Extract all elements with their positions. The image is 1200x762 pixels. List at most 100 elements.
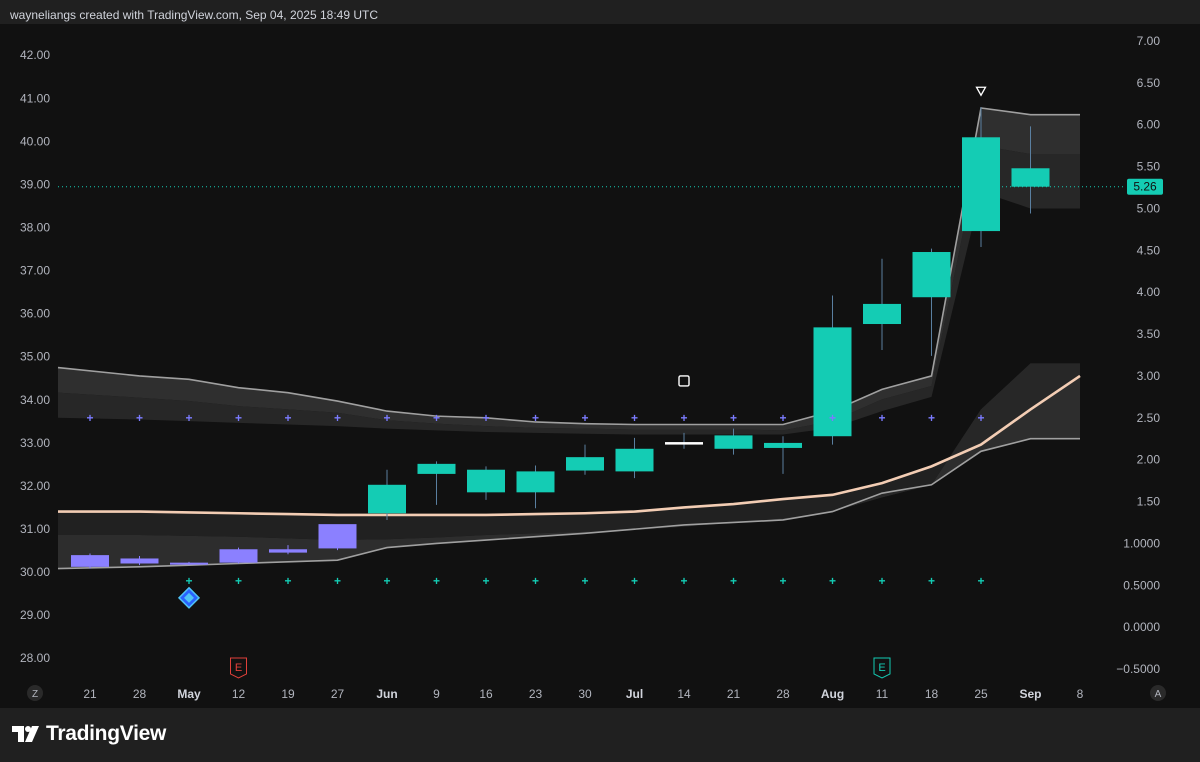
candle-body [219, 549, 258, 563]
signal-marker-top: + [581, 411, 588, 425]
candle-body [120, 558, 159, 564]
candle-body [71, 555, 109, 567]
signal-marker-bottom: + [878, 574, 885, 588]
signal-marker-top: + [928, 411, 935, 425]
left-axis-tick-label: 32.00 [20, 479, 50, 493]
x-axis-tick-label: 11 [876, 687, 889, 701]
x-axis-tick-label: 16 [479, 687, 493, 701]
signal-marker-bottom: + [532, 574, 539, 588]
tradingview-logo[interactable]: TradingView [12, 722, 166, 746]
x-axis-tick-label: 18 [925, 687, 939, 701]
signal-marker-top: + [334, 411, 341, 425]
x-axis-tick-label: Aug [821, 687, 844, 701]
right-axis-tick-label: 2.00 [1137, 453, 1161, 467]
candle-body [566, 457, 604, 471]
right-axis-tick-label: 7.00 [1137, 34, 1161, 48]
signal-marker-top: + [235, 411, 242, 425]
x-axis-tick-label: 28 [133, 687, 147, 701]
right-axis-tick-label: 0.5000 [1123, 578, 1160, 592]
zoom-corner-label: Z [32, 689, 38, 700]
signal-marker-bottom: + [977, 574, 984, 588]
candle-body [1011, 168, 1050, 187]
tradingview-logo-icon [12, 726, 39, 742]
earnings-badge-label: E [878, 662, 885, 674]
x-axis-tick-label: 8 [1077, 687, 1084, 701]
signal-marker-top: + [977, 411, 984, 425]
candle-body [863, 303, 901, 325]
tradingview-brand: TradingView [46, 722, 167, 745]
left-axis-tick-label: 34.00 [20, 393, 50, 407]
left-axis-tick-label: 31.00 [20, 522, 50, 536]
right-axis-tick-label: 5.00 [1137, 201, 1161, 215]
signal-marker-top: + [779, 411, 786, 425]
right-axis-tick-label: 3.00 [1137, 369, 1161, 383]
candle-body [417, 463, 456, 474]
x-axis-tick-label: 14 [677, 687, 691, 701]
x-axis-tick-label: 23 [529, 687, 543, 701]
candle-body [714, 435, 753, 449]
left-axis-tick-label: 38.00 [20, 221, 50, 235]
last-price-label: 5.26 [1133, 180, 1157, 194]
right-axis-tick-label: 4.00 [1137, 285, 1161, 299]
signal-marker-bottom: + [433, 574, 440, 588]
signal-marker-bottom: + [185, 574, 192, 588]
signal-marker-top: + [532, 411, 539, 425]
signal-marker-top: + [730, 411, 737, 425]
left-axis-tick-label: 36.00 [20, 307, 50, 321]
left-axis-tick-label: 33.00 [20, 436, 50, 450]
signal-marker-bottom: + [631, 574, 638, 588]
signal-marker-bottom: + [680, 574, 687, 588]
right-axis-tick-label: −0.5000 [1116, 662, 1160, 676]
right-axis-tick-label: 5.50 [1137, 160, 1161, 174]
right-axis-tick-label: 2.50 [1137, 411, 1161, 425]
candle-body [516, 471, 555, 493]
signal-marker-top: + [433, 411, 440, 425]
right-axis-tick-label: 6.00 [1137, 118, 1161, 132]
signal-marker-top: + [829, 411, 836, 425]
candle-body [467, 469, 505, 493]
candle-body [912, 252, 951, 298]
left-axis-tick-label: 29.00 [20, 608, 50, 622]
left-axis-tick-label: 37.00 [20, 264, 50, 278]
right-axis-tick-label: 1.50 [1137, 495, 1161, 509]
candle-body [665, 442, 703, 445]
earnings-badge-label: E [235, 662, 242, 674]
signal-marker-bottom: + [284, 574, 291, 588]
x-axis-tick-label: 25 [974, 687, 988, 701]
candle-body [170, 562, 208, 565]
x-axis-tick-label: Sep [1019, 687, 1041, 701]
candle-body [764, 442, 802, 448]
signal-marker-bottom: + [383, 574, 390, 588]
signal-marker-top: + [680, 411, 687, 425]
left-axis-tick-label: 40.00 [20, 134, 50, 148]
signal-marker-bottom: + [928, 574, 935, 588]
right-axis-tick-label: 6.50 [1137, 76, 1161, 90]
x-axis-tick-label: Jun [376, 687, 397, 701]
right-axis-tick-label: 3.50 [1137, 327, 1161, 341]
x-axis-tick-label: 21 [727, 687, 741, 701]
price-chart[interactable]: + + + + + + + + + + + + + + + + + + + + + + + + + + + + + + + + + + + + E E 4… [0, 0, 1200, 762]
x-axis-tick-label: 12 [232, 687, 246, 701]
signal-marker-top: + [136, 411, 143, 425]
x-axis-tick-label: 19 [281, 687, 295, 701]
signal-marker-top: + [383, 411, 390, 425]
signal-marker-bottom: + [482, 574, 489, 588]
signal-marker-top: + [631, 411, 638, 425]
x-axis-tick-label: 27 [331, 687, 345, 701]
left-axis-tick-label: 35.00 [20, 350, 50, 364]
candle-body [269, 549, 307, 553]
signal-marker-bottom: + [829, 574, 836, 588]
candle-body [962, 137, 1000, 232]
signal-marker-bottom: + [235, 574, 242, 588]
signal-marker-top: + [482, 411, 489, 425]
right-axis-tick-label: 4.50 [1137, 243, 1161, 257]
left-axis-tick-label: 30.00 [20, 565, 50, 579]
left-axis-tick-label: 39.00 [20, 177, 50, 191]
x-axis-tick-label: May [177, 687, 201, 701]
x-axis-tick-label: 9 [433, 687, 440, 701]
signal-marker-bottom: + [581, 574, 588, 588]
left-axis-tick-label: 41.00 [20, 91, 50, 105]
candle-body [615, 448, 654, 472]
candle-body [368, 484, 406, 514]
signal-marker-top: + [878, 411, 885, 425]
